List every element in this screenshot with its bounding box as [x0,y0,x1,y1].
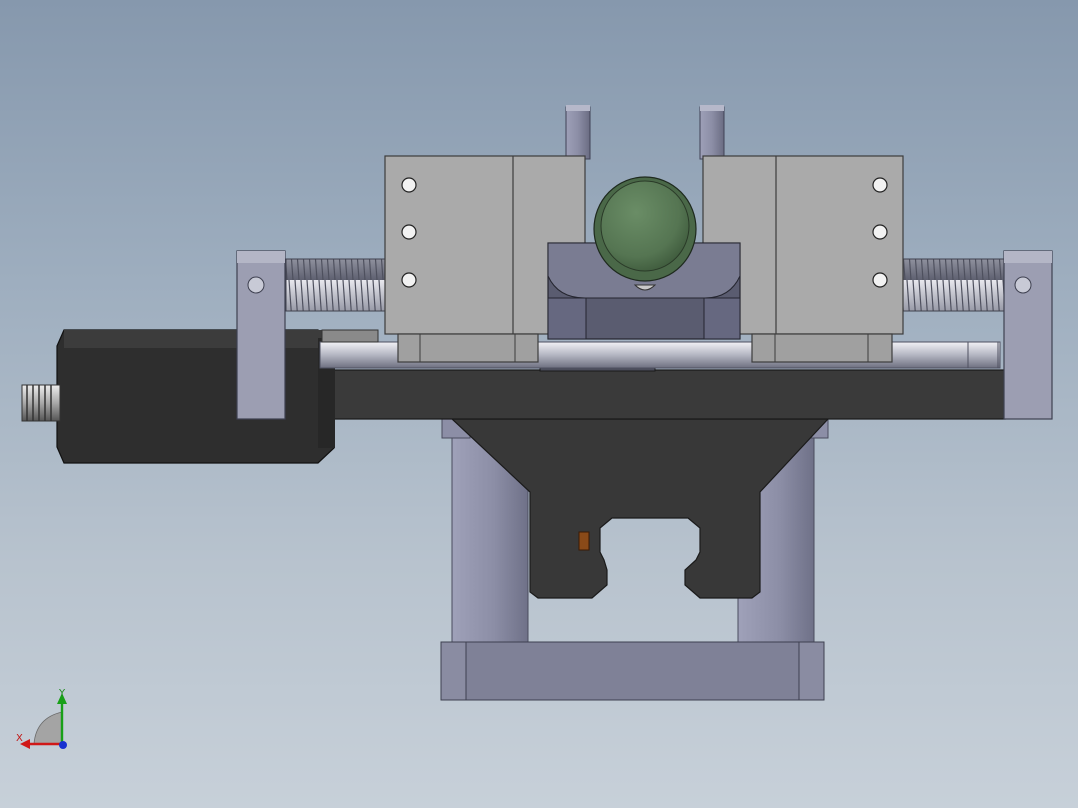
sensor-marker [578,531,590,551]
cad-viewport[interactable]: X Y [0,0,1078,808]
y-axis-label: Y [59,688,66,699]
locating-pins [565,105,725,160]
ball-screw-right [901,258,1005,312]
x-axis-label: X [16,733,23,744]
bottom-plate [440,641,825,701]
end-bracket-left [236,250,286,420]
triad-plane-icon [33,711,63,745]
motor-shaft [21,384,61,422]
end-bracket-right [1003,250,1053,420]
ball-screw-left [285,258,387,312]
z-axis-icon [59,741,67,749]
cad-model-drawing[interactable] [0,0,1078,808]
coordinate-triad: X Y [12,684,76,754]
